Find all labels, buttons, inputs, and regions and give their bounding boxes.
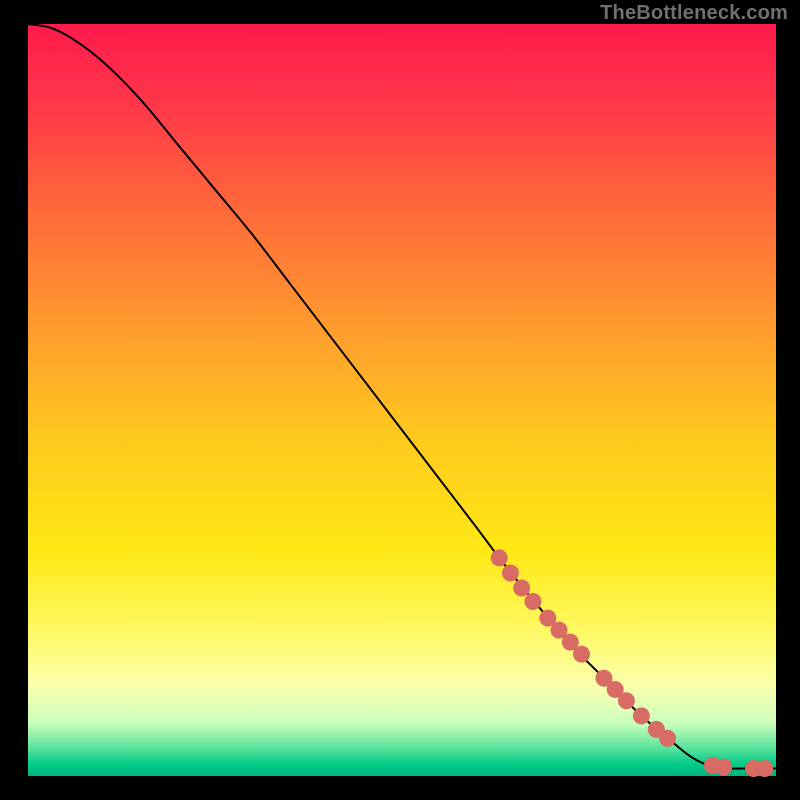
plot-background bbox=[28, 24, 776, 776]
marker-dot bbox=[513, 580, 530, 597]
marker-dot bbox=[524, 593, 541, 610]
chart-frame: TheBottleneck.com bbox=[0, 0, 800, 800]
chart-canvas bbox=[0, 0, 800, 800]
marker-dot bbox=[715, 758, 732, 775]
marker-dot bbox=[756, 760, 773, 777]
marker-dot bbox=[502, 564, 519, 581]
marker-dot bbox=[633, 707, 650, 724]
marker-dot bbox=[659, 730, 676, 747]
marker-dot bbox=[618, 692, 635, 709]
marker-dot bbox=[573, 646, 590, 663]
marker-dot bbox=[491, 549, 508, 566]
